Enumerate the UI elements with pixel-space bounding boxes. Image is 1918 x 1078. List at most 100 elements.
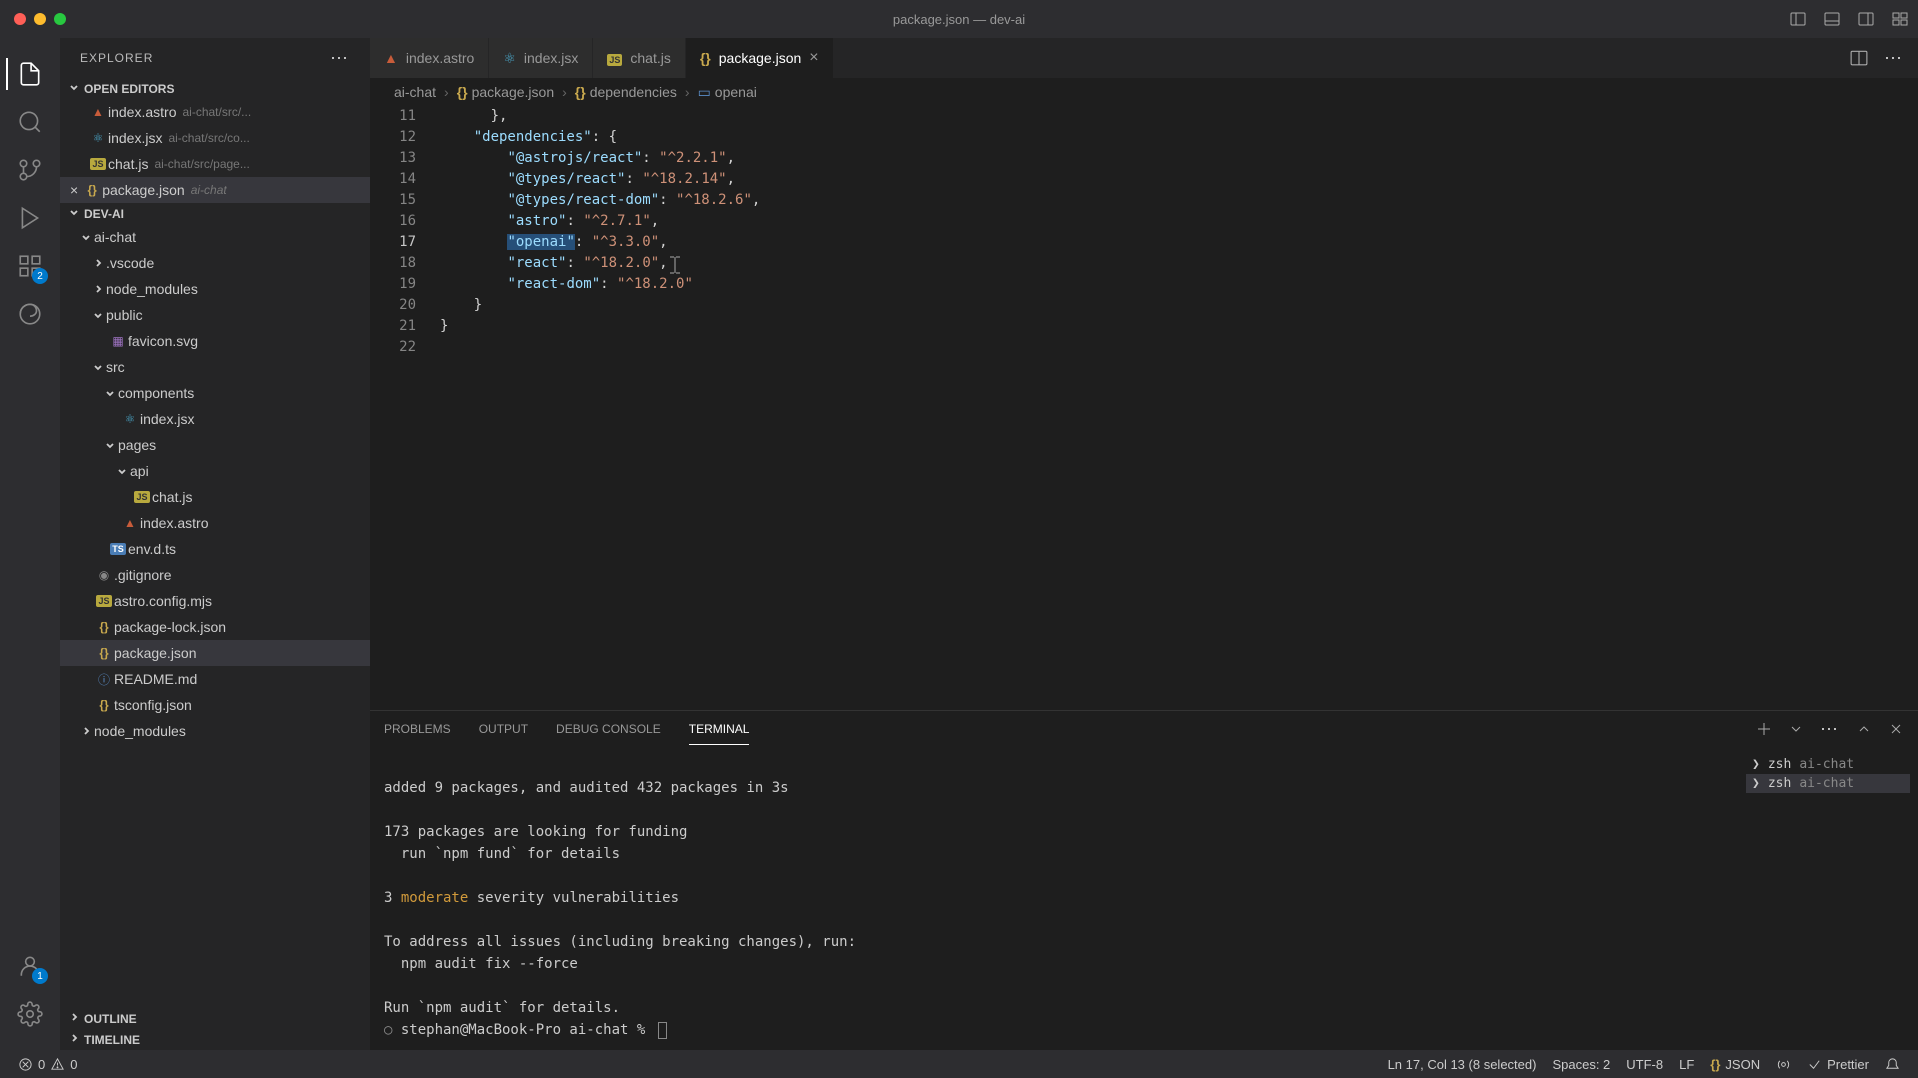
problems-tab[interactable]: PROBLEMS <box>384 714 451 744</box>
tree-file[interactable]: ⓘREADME.md <box>60 666 370 692</box>
outline-section[interactable]: OUTLINE <box>60 1008 370 1029</box>
maximize-panel-icon[interactable] <box>1856 721 1872 737</box>
toggle-panel-right-icon[interactable] <box>1858 11 1874 27</box>
tree-file[interactable]: {}package-lock.json <box>60 614 370 640</box>
tree-folder[interactable]: pages <box>60 432 370 458</box>
breadcrumb-segment[interactable]: {}package.json <box>457 84 554 100</box>
breadcrumb-segment[interactable]: ▭openai <box>698 84 757 101</box>
tree-folder[interactable]: .vscode <box>60 250 370 276</box>
tree-folder[interactable]: ai-chat <box>60 224 370 250</box>
close-window-button[interactable] <box>14 13 26 25</box>
notifications-status[interactable] <box>1877 1057 1908 1072</box>
prettier-status[interactable]: Prettier <box>1799 1057 1877 1072</box>
breadcrumb-segment[interactable]: {}dependencies <box>575 84 677 100</box>
panel-more-icon[interactable]: ⋯ <box>1820 719 1840 740</box>
tree-file[interactable]: JSchat.js <box>60 484 370 510</box>
tree-file[interactable]: ◉.gitignore <box>60 562 370 588</box>
terminal-tab[interactable]: TERMINAL <box>689 714 750 745</box>
eol-status[interactable]: LF <box>1671 1057 1702 1072</box>
new-terminal-icon[interactable] <box>1756 721 1772 737</box>
project-section[interactable]: DEV-AI <box>60 203 370 224</box>
indentation-status[interactable]: Spaces: 2 <box>1544 1057 1618 1072</box>
tree-folder[interactable]: components <box>60 380 370 406</box>
terminal-body: added 9 packages, and audited 432 packag… <box>370 747 1918 1050</box>
minimize-window-button[interactable] <box>34 13 46 25</box>
editor-tabs: ▲index.astro ⚛index.jsx JSchat.js {}pack… <box>370 38 1918 78</box>
chevron-right-icon <box>68 1011 80 1026</box>
tree-file[interactable]: ▲index.astro <box>60 510 370 536</box>
source-control-activity[interactable] <box>6 146 54 194</box>
tab-chat-js[interactable]: JSchat.js <box>593 38 685 78</box>
chevron-right-icon <box>78 725 94 737</box>
tree-folder[interactable]: api <box>60 458 370 484</box>
output-tab[interactable]: OUTPUT <box>479 714 528 744</box>
tree-file[interactable]: JSastro.config.mjs <box>60 588 370 614</box>
tab-label: index.jsx <box>524 50 578 66</box>
chevron-down-icon <box>114 465 130 477</box>
close-panel-icon[interactable] <box>1888 721 1904 737</box>
customize-layout-icon[interactable] <box>1892 11 1908 27</box>
breadcrumb[interactable]: ai-chat › {}package.json › {}dependencie… <box>370 78 1918 106</box>
maximize-window-button[interactable] <box>54 13 66 25</box>
terminal-dropdown-icon[interactable] <box>1788 721 1804 737</box>
close-icon[interactable]: × <box>809 49 818 67</box>
edge-activity[interactable] <box>6 290 54 338</box>
extensions-activity[interactable]: 2 <box>6 242 54 290</box>
debug-console-tab[interactable]: DEBUG CONSOLE <box>556 714 661 744</box>
code-content[interactable]: }, "dependencies": { "@astrojs/react": "… <box>440 106 1918 710</box>
panel-tabs: PROBLEMS OUTPUT DEBUG CONSOLE TERMINAL ⋯ <box>370 711 1918 747</box>
cursor-position[interactable]: Ln 17, Col 13 (8 selected) <box>1380 1057 1545 1072</box>
tree-folder[interactable]: node_modules <box>60 276 370 302</box>
toggle-panel-bottom-icon[interactable] <box>1824 11 1840 27</box>
debug-activity[interactable] <box>6 194 54 242</box>
feedback-status[interactable] <box>1768 1057 1799 1072</box>
tree-folder[interactable]: public <box>60 302 370 328</box>
open-editor-item[interactable]: ×{}package.jsonai-chat <box>60 177 370 203</box>
open-editors-section[interactable]: OPEN EDITORS <box>60 78 370 99</box>
open-editor-item[interactable]: ▲index.astroai-chat/src/... <box>60 99 370 125</box>
open-editor-item[interactable]: ⚛index.jsxai-chat/src/co... <box>60 125 370 151</box>
git-branch-icon <box>17 157 43 183</box>
settings-activity[interactable] <box>6 990 54 1038</box>
tab-index-astro[interactable]: ▲index.astro <box>370 38 489 78</box>
window-title: package.json — dev-ai <box>893 12 1025 27</box>
timeline-section[interactable]: TIMELINE <box>60 1029 370 1050</box>
accounts-activity[interactable]: 1 <box>6 942 54 990</box>
tree-folder[interactable]: node_modules <box>60 718 370 744</box>
problems-status[interactable]: 0 0 <box>10 1057 85 1072</box>
sidebar-more-icon[interactable]: ⋯ <box>330 48 350 69</box>
breadcrumb-segment[interactable]: ai-chat <box>394 84 436 100</box>
terminal-session[interactable]: ❯zshai-chat <box>1746 755 1910 774</box>
close-icon[interactable]: × <box>70 182 78 198</box>
terminal-session[interactable]: ❯zshai-chat <box>1746 774 1910 793</box>
code-editor[interactable]: 111213141516171819202122 }, "dependencie… <box>370 106 1918 710</box>
search-activity[interactable] <box>6 98 54 146</box>
layout-controls <box>1790 11 1908 27</box>
explorer-activity[interactable] <box>6 50 54 98</box>
language-status[interactable]: {}JSON <box>1702 1057 1768 1072</box>
chevron-right-icon: › <box>562 84 567 100</box>
tab-more-icon[interactable]: ⋯ <box>1884 48 1904 69</box>
window-controls <box>0 13 66 25</box>
tab-package-json[interactable]: {}package.json× <box>686 38 834 78</box>
tree-file[interactable]: {}package.json <box>60 640 370 666</box>
astro-icon: ▲ <box>384 50 398 66</box>
tree-file[interactable]: {}tsconfig.json <box>60 692 370 718</box>
tree-file[interactable]: ⚛index.jsx <box>60 406 370 432</box>
encoding-status[interactable]: UTF-8 <box>1618 1057 1671 1072</box>
json-icon: {} <box>700 50 711 66</box>
open-editor-item[interactable]: JSchat.jsai-chat/src/page... <box>60 151 370 177</box>
files-icon <box>17 61 43 87</box>
editor-area: ▲index.astro ⚛index.jsx JSchat.js {}pack… <box>370 38 1918 1050</box>
tree-folder[interactable]: src <box>60 354 370 380</box>
tab-index-jsx[interactable]: ⚛index.jsx <box>489 38 593 78</box>
terminal-output[interactable]: added 9 packages, and audited 432 packag… <box>370 747 1738 1050</box>
tree-file[interactable]: TSenv.d.ts <box>60 536 370 562</box>
open-editors-label: OPEN EDITORS <box>84 82 174 96</box>
split-editor-icon[interactable] <box>1850 49 1868 67</box>
react-icon: ⚛ <box>120 412 140 426</box>
toggle-panel-left-icon[interactable] <box>1790 11 1806 27</box>
tree-file[interactable]: ▦favicon.svg <box>60 328 370 354</box>
terminal-sessions: ❯zshai-chat ❯zshai-chat <box>1738 747 1918 1050</box>
error-icon <box>18 1057 33 1072</box>
